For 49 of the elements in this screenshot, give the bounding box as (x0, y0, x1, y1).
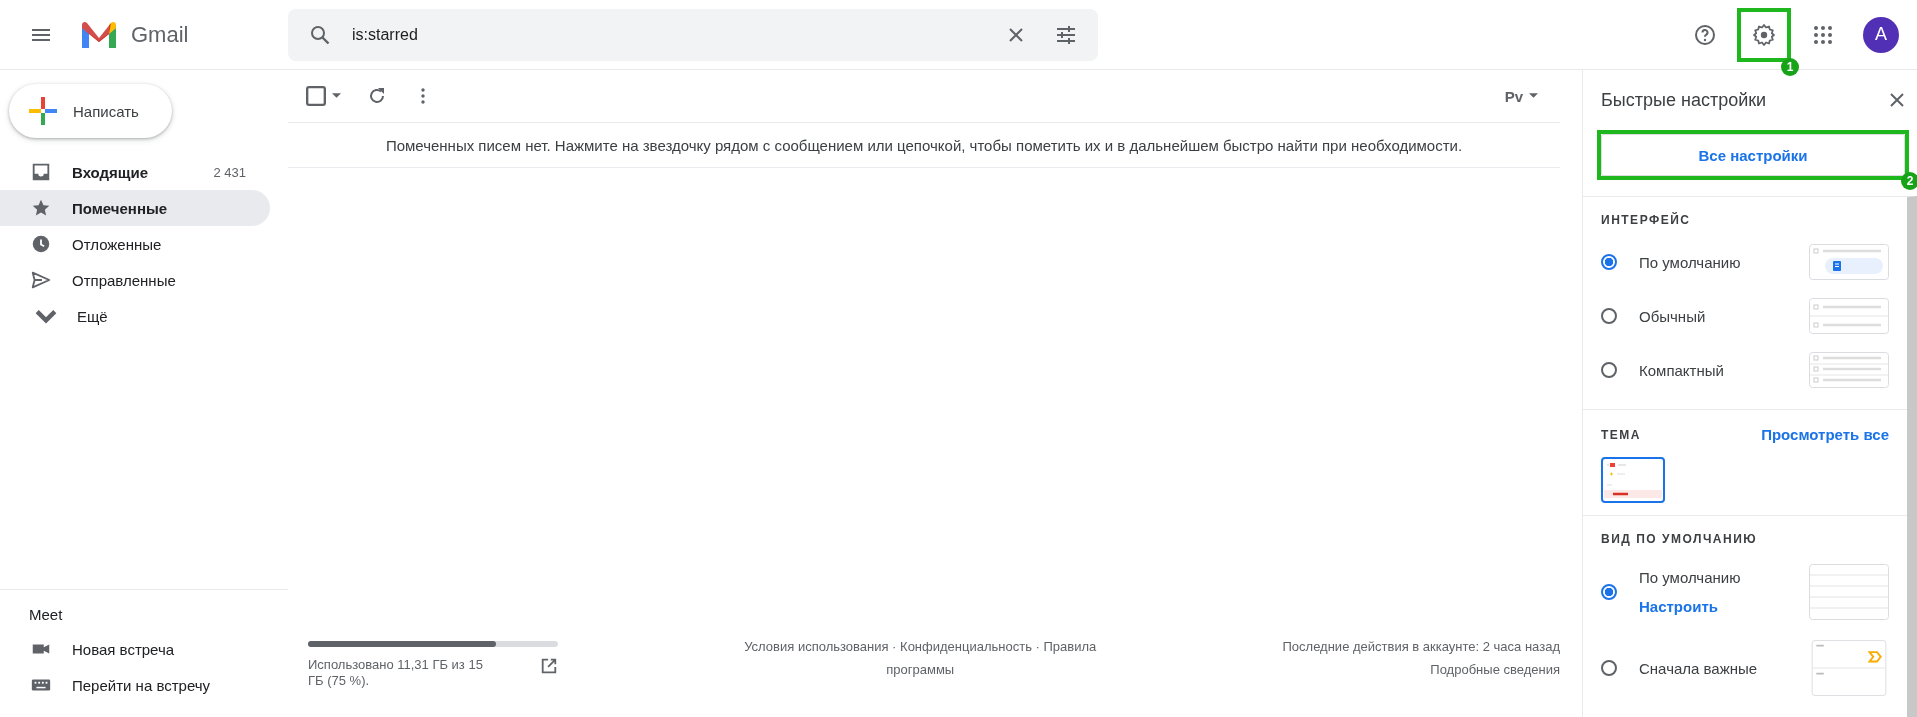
meet-item[interactable]: Новая встреча (0, 631, 288, 667)
last-activity-text: Последние действия в аккаунте: 2 часа назад (1282, 638, 1560, 656)
section-heading: ИНТЕРФЕЙС (1601, 213, 1692, 227)
radio-button[interactable] (1601, 308, 1617, 324)
account-avatar[interactable]: A (1863, 16, 1899, 53)
option-label: Компактный (1639, 361, 1725, 379)
nav-item[interactable]: Входящие 2 431 (0, 154, 270, 190)
footer-links[interactable]: Условия использования · Конфиденциальность · Правила программы (720, 635, 1121, 681)
input-tools-button[interactable]: Рv (1504, 87, 1523, 105)
section-heading: ТЕМА (1601, 427, 1641, 442)
external-link-icon[interactable] (540, 657, 558, 675)
radio-button[interactable] (1601, 254, 1617, 270)
theme-thumbnail[interactable] (1601, 457, 1665, 503)
search-field[interactable]: is:starred (288, 8, 1098, 61)
annotation-number: 1 (1781, 57, 1799, 76)
option-label: По умолчанию (1639, 569, 1742, 586)
radio-button[interactable] (1601, 362, 1617, 378)
compose-button[interactable]: Написать (9, 84, 172, 138)
clock-icon (30, 233, 52, 255)
meet-item[interactable]: Перейти на встречу (0, 667, 288, 703)
nav-item[interactable]: Отложенные (0, 226, 270, 262)
empty-message: Помеченных писем нет. Нажмите на звездочку рядом с сообщением или цепочкой, чтобы пометить их и в дальнейшем быстро найти при необходимости. (385, 136, 1463, 154)
caret-icon[interactable] (1529, 93, 1538, 99)
panel-title: Быстрые настройки (1601, 89, 1767, 111)
section-heading: ВИД ПО УМОЛЧАНИЮ (1601, 532, 1759, 546)
nav-item[interactable]: Ещё (0, 298, 270, 334)
radio-button[interactable] (1601, 660, 1617, 676)
option-label: Обычный (1639, 307, 1707, 325)
envelope-logo-icon (79, 19, 119, 50)
app-name: Gmail (131, 21, 189, 48)
radio-button[interactable] (1601, 584, 1617, 600)
details-link[interactable]: Подробные сведения (1430, 658, 1560, 681)
option-label: По умолчанию (1639, 253, 1742, 271)
storage-text: Использовано 11,31 ГБ из 15 ГБ (75 %). (308, 657, 484, 689)
customize-link[interactable]: Настроить (1639, 598, 1809, 615)
checkbox[interactable] (306, 86, 326, 106)
view-all-link[interactable]: Просмотреть все (1761, 426, 1889, 443)
all-settings-button[interactable]: Все настройки (1601, 134, 1905, 176)
help-icon[interactable] (1693, 22, 1717, 47)
option-label: Сначала важные (1639, 659, 1759, 677)
annotation-number: 2 (1901, 172, 1917, 190)
refresh-icon[interactable] (367, 86, 387, 106)
send-icon (30, 269, 52, 291)
nav-item[interactable]: Помеченные (0, 190, 270, 226)
nav-item[interactable]: Отправленные (0, 262, 270, 298)
section-title: Meet (28, 606, 64, 623)
caret-icon[interactable] (332, 93, 341, 99)
inbox-icon (30, 161, 52, 183)
settings-icon[interactable] (1752, 22, 1776, 47)
